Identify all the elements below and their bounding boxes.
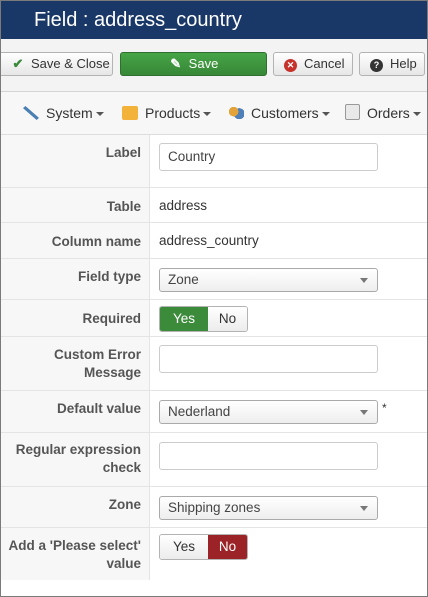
menu-system[interactable]: System <box>23 92 104 134</box>
please-select-yes-button[interactable]: Yes <box>160 535 208 559</box>
required-no-button[interactable]: No <box>208 307 247 331</box>
zone-value: Shipping zones <box>168 500 261 515</box>
column-name-label: Column name <box>51 234 141 249</box>
table-value: address <box>159 198 208 213</box>
main-menu: System Products Customers Orders <box>1 92 427 135</box>
menu-products[interactable]: Products <box>122 92 212 134</box>
row-column-name: Column name address_country <box>1 223 427 259</box>
please-select-no-button[interactable]: No <box>208 535 247 559</box>
field-type-value: Zone <box>168 272 199 287</box>
column-name-value: address_country <box>159 233 259 248</box>
cancel-button[interactable]: ✕ Cancel <box>273 52 353 76</box>
chevron-down-icon <box>203 112 212 116</box>
custom-error-input[interactable] <box>159 345 378 373</box>
chevron-down-icon <box>360 506 368 511</box>
custom-error-label-line1: Custom Error <box>53 347 141 362</box>
menu-orders-label: Orders <box>367 105 410 121</box>
close-circle-icon: ✕ <box>284 59 297 72</box>
chevron-down-icon <box>412 112 421 116</box>
please-select-label-line1: Add a 'Please select' <box>8 538 142 553</box>
wrench-icon <box>23 106 39 120</box>
please-select-toggle: Yes No <box>159 534 248 560</box>
default-value-value: Nederland <box>168 404 231 419</box>
default-value-label: Default value <box>56 401 141 416</box>
row-custom-error: Custom Error Message <box>1 337 427 391</box>
field-type-select[interactable]: Zone <box>159 268 378 292</box>
save-button[interactable]: ✎ Save <box>120 52 267 76</box>
chevron-down-icon <box>95 112 104 116</box>
row-required: Required Yes No <box>1 300 427 337</box>
save-label: Save <box>188 56 219 71</box>
chevron-down-icon <box>360 278 368 283</box>
menu-customers-label: Customers <box>251 105 319 121</box>
zone-label: Zone <box>108 497 141 512</box>
cancel-label: Cancel <box>304 56 345 71</box>
row-please-select: Add a 'Please select' value Yes No <box>1 528 427 580</box>
row-regex: Regular expression check <box>1 433 427 487</box>
field-type-label: Field type <box>77 269 141 284</box>
menu-system-label: System <box>46 105 93 121</box>
checkmark-icon: ✔ <box>12 56 24 71</box>
field-edit-window: Field : address_country ✔ Save & Close ✎ S… <box>0 0 428 597</box>
toolbar: ✔ Save & Close ✎ Save ✕ Cancel ? Help <box>1 39 427 92</box>
row-table: Table address <box>1 188 427 223</box>
title-bar: Field : address_country <box>1 1 427 39</box>
required-label: Required <box>82 311 141 326</box>
table-field-label: Table <box>106 199 141 214</box>
regex-label-line2: check <box>102 460 141 475</box>
menu-customers[interactable]: Customers <box>228 92 330 134</box>
row-field-type: Field type Zone <box>1 259 427 300</box>
box-icon <box>122 106 138 120</box>
label-field-label: Label <box>105 145 141 160</box>
chevron-down-icon <box>321 112 330 116</box>
question-icon: ? <box>370 59 383 72</box>
zone-select[interactable]: Shipping zones <box>159 496 378 520</box>
chevron-down-icon <box>360 410 368 415</box>
label-input[interactable]: Country <box>159 143 378 171</box>
row-zone: Zone Shipping zones <box>1 487 427 528</box>
required-toggle: Yes No <box>159 306 248 332</box>
default-value-select[interactable]: Nederland <box>159 400 378 424</box>
menu-orders[interactable]: Orders <box>345 92 421 134</box>
menu-products-label: Products <box>145 105 201 121</box>
row-label: Label Country <box>1 135 427 188</box>
users-icon <box>228 106 244 120</box>
document-icon <box>345 104 360 120</box>
save-close-button[interactable]: ✔ Save & Close <box>1 52 113 76</box>
help-button[interactable]: ? Help <box>359 52 425 76</box>
row-default-value: Default value Nederland * <box>1 391 427 433</box>
window-title: Field : address_country <box>34 9 242 31</box>
help-label: Help <box>390 56 417 71</box>
edit-icon: ✎ <box>170 56 182 71</box>
required-yes-button[interactable]: Yes <box>160 307 208 331</box>
please-select-label-line2: value <box>106 556 141 571</box>
required-marker: * <box>382 401 387 415</box>
custom-error-label-line2: Message <box>83 365 141 380</box>
regex-label-line1: Regular expression <box>15 442 141 457</box>
save-close-label: Save & Close <box>31 56 110 71</box>
regex-input[interactable] <box>159 442 378 470</box>
